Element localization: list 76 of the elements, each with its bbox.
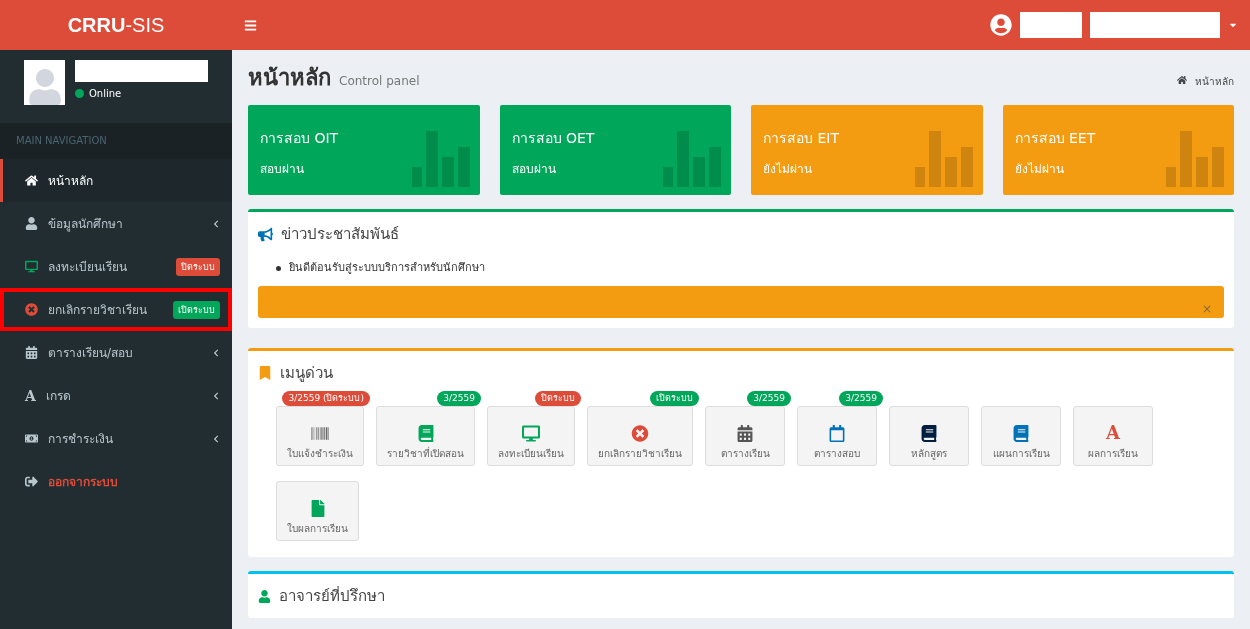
avatar-icon[interactable] (990, 14, 1012, 36)
sidebar-item[interactable]: ตารางเรียน/สอบ (0, 331, 232, 374)
sign-out-icon (25, 475, 38, 488)
info-box-title: การสอบ OIT (260, 129, 340, 148)
info-box-status: สอบผ่าน (260, 161, 305, 178)
bullet-icon (276, 265, 281, 271)
info-box-status: สอบผ่าน (511, 161, 557, 178)
sidebar-item[interactable]: ข้อมูลนักศึกษา (0, 202, 232, 245)
news-item: ยินดีต้อนรับสู่ระบบบริการสำหรับนักศึกษา (289, 261, 485, 274)
quick-menu-tile[interactable]: หลักสูตร (889, 406, 969, 466)
quick-menu-tile[interactable]: รายวิชาที่เปิดสอน (376, 406, 475, 466)
sidebar-item[interactable]: การชำระเงิน (0, 417, 232, 460)
status-badge: ปิดระบบ (535, 391, 581, 406)
bar-chart-icon (1166, 131, 1226, 187)
menu-icon[interactable] (244, 18, 257, 32)
quick-menu-tile[interactable]: ใบแจ้งชำระเงิน (276, 406, 364, 466)
calendar-icon (736, 425, 754, 442)
breadcrumb[interactable]: หน้าหลัก (1195, 74, 1234, 89)
home-icon (25, 174, 38, 187)
status-badge: ปิดระบบ (176, 257, 220, 276)
status-badge: 3/2559 (ปิดระบบ) (282, 391, 370, 406)
chevron-icon (212, 391, 220, 400)
monitor-icon (522, 425, 540, 442)
info-box-status: ยังไม่ผ่าน (1014, 161, 1065, 178)
avatar-placeholder (24, 60, 65, 105)
page-title: หน้าหลัก (248, 64, 331, 92)
panel-title: อาจารย์ที่ปรึกษา (279, 585, 385, 607)
sidebar-item[interactable]: ยกเลิกรายวิชาเรียน เปิดระบบ (0, 288, 232, 331)
bookmark-icon (258, 366, 272, 380)
status-badge: เปิดระบบ (650, 391, 699, 406)
info-box-title: การสอบ EET (1014, 129, 1097, 148)
quick-menu-tile[interactable]: ตารางสอบ (797, 406, 877, 466)
sidebar-item[interactable]: หน้าหลัก (0, 159, 232, 202)
book-icon (416, 425, 435, 442)
status-badge: 3/2559 (747, 391, 791, 406)
quick-menu-tile[interactable]: ตารางเรียน (705, 406, 785, 466)
home-icon (1177, 75, 1187, 85)
status-badge: 3/2559 (437, 391, 481, 406)
barcode-icon (311, 425, 329, 442)
quick-menu-tile[interactable]: แผนการเรียน (981, 406, 1061, 466)
quick-menu-tile[interactable]: A ผลการเรียน (1073, 406, 1153, 466)
calendar-icon (25, 346, 38, 359)
user-icon (258, 589, 271, 603)
book-icon (1012, 425, 1030, 442)
nav-header: MAIN NAVIGATION (0, 123, 232, 159)
redacted-name (1020, 12, 1082, 38)
chevron-icon (212, 348, 220, 357)
monitor-icon (25, 260, 38, 273)
info-box-status: ยังไม่ผ่าน (763, 161, 813, 178)
status-badge: เปิดระบบ (173, 300, 220, 319)
megaphone-icon (258, 226, 273, 242)
bar-chart-icon (914, 131, 975, 187)
sidebar-item[interactable]: A เกรด (0, 374, 232, 417)
quick-menu-tile[interactable]: ยกเลิกรายวิชาเรียน (587, 406, 693, 466)
calendar-icon (828, 425, 846, 442)
sidebar-item[interactable]: ออกจากระบบ (0, 460, 232, 503)
bar-chart-icon (411, 131, 472, 187)
chevron-icon (212, 434, 220, 443)
page-subtitle: Control panel (339, 74, 421, 88)
banknote-icon (25, 432, 38, 445)
book-icon (920, 425, 938, 442)
bar-chart-icon (663, 131, 723, 187)
chevron-icon (212, 219, 220, 228)
panel-title: เมนูด่วน (280, 363, 333, 384)
sidebar-item[interactable]: ลงทะเบียนเรียน ปิดระบบ (0, 245, 232, 288)
letter-a-icon: A (1106, 424, 1120, 442)
quick-menu-tile[interactable]: ใบผลการเรียน (276, 481, 359, 541)
panel-title: ข่าวประชาสัมพันธ์ (281, 224, 399, 245)
app-logo[interactable]: CRRU-SIS (0, 0, 232, 50)
status-badge: 3/2559 (839, 391, 883, 406)
user-icon (25, 217, 38, 230)
info-box-title: การสอบ OET (511, 129, 596, 148)
info-box-title: การสอบ EIT (763, 129, 840, 148)
online-status: Online (75, 88, 208, 99)
quick-menu-tile[interactable]: ลงทะเบียนเรียน (487, 406, 575, 466)
letter-a-icon: A (25, 386, 36, 405)
